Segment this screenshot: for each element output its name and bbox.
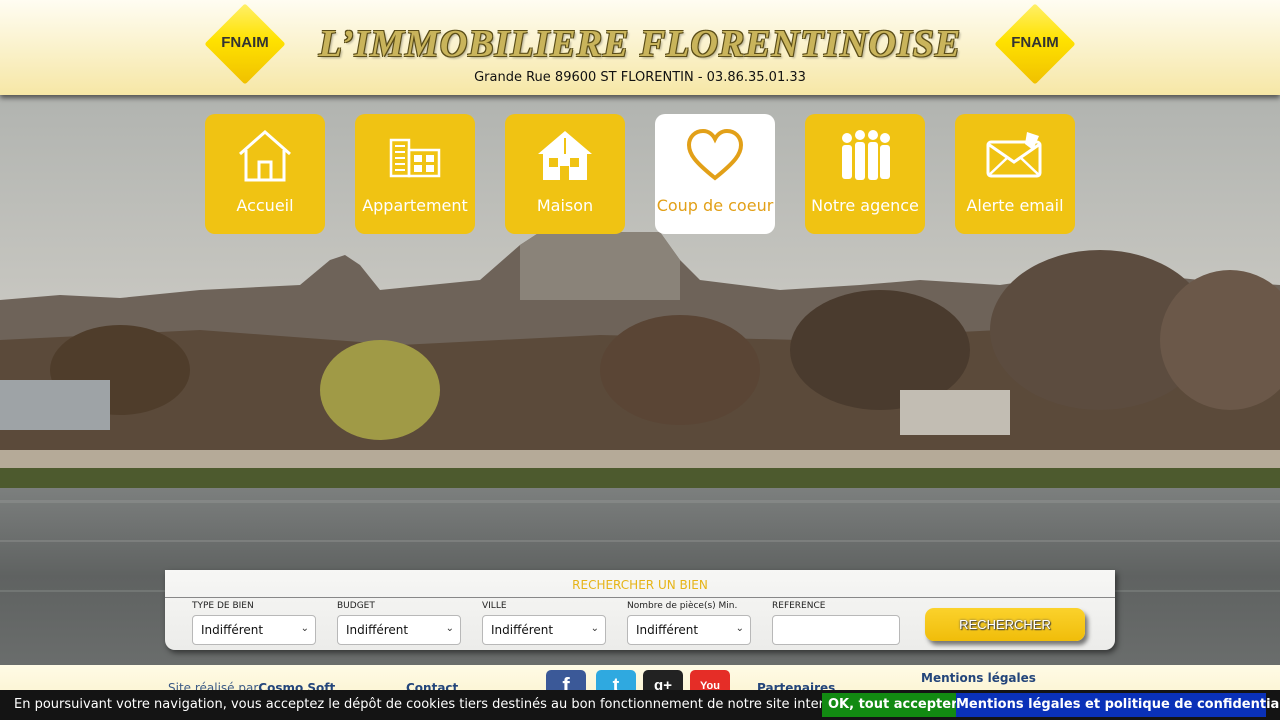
nav-accueil[interactable]: Accueil: [205, 114, 325, 234]
field-ville: VILLE Indifférent ⌄: [482, 601, 606, 645]
nav-appartement[interactable]: Appartement: [355, 114, 475, 234]
site-address: Grande Rue 89600 ST FLORENTIN - 03.86.35…: [474, 70, 806, 85]
field-type-de-bien: TYPE DE BIEN Indifférent ⌄: [192, 601, 316, 645]
apartment-building-icon: [389, 138, 441, 178]
field-label: REFERENCE: [772, 601, 826, 611]
nav-label: Notre agence: [811, 196, 919, 215]
house-icon: [239, 130, 291, 182]
select-value: Indifférent: [201, 623, 264, 637]
field-label: BUDGET: [337, 601, 375, 611]
nav-label: Accueil: [236, 196, 294, 215]
house-filled-icon: [538, 131, 592, 180]
reference-input[interactable]: [772, 615, 900, 645]
site-header: FNAIM L’IMMOBILIERE FLORENTINOISE Grande…: [0, 0, 1280, 95]
cookie-text: En poursuivant votre navigation, vous ac…: [14, 697, 850, 712]
cookie-accept-button[interactable]: OK, tout accepter.: [822, 693, 967, 717]
field-reference: REFERENCE: [772, 601, 900, 645]
cookie-banner: En poursuivant votre navigation, vous ac…: [0, 690, 1280, 720]
site-title[interactable]: L’IMMOBILIERE FLORENTINOISE: [300, 22, 980, 66]
search-title: RECHERCHER UN BIEN: [572, 578, 708, 592]
field-label: TYPE DE BIEN: [192, 601, 254, 611]
main-nav: Accueil Appartement Maison Coup de coeur…: [205, 114, 1075, 234]
footer-mentions-link[interactable]: Mentions légales: [921, 671, 1036, 685]
nav-label: Appartement: [362, 196, 468, 215]
search-button[interactable]: RECHERCHER: [925, 608, 1085, 641]
nombre-pieces-select[interactable]: Indifférent ⌄: [627, 615, 751, 645]
type-de-bien-select[interactable]: Indifférent ⌄: [192, 615, 316, 645]
background-photo: [0, 0, 1280, 665]
people-group-icon: [842, 130, 890, 180]
nav-label: Coup de coeur: [656, 196, 774, 215]
nav-notre-agence[interactable]: Notre agence: [805, 114, 925, 234]
fnaim-logo[interactable]: FNAIM: [198, 3, 292, 85]
heart-icon: [686, 128, 744, 181]
nav-maison[interactable]: Maison: [505, 114, 625, 234]
select-value: Indifférent: [636, 623, 699, 637]
select-value: Indifférent: [491, 623, 554, 637]
fnaim-logo-text: FNAIM: [221, 34, 269, 51]
field-budget: BUDGET Indifférent ⌄: [337, 601, 461, 645]
nav-coup-de-coeur[interactable]: Coup de coeur: [655, 114, 775, 234]
select-value: Indifférent: [346, 623, 409, 637]
chevron-down-icon: ⌄: [445, 623, 454, 634]
nav-label: Alerte email: [966, 196, 1064, 215]
ville-select[interactable]: Indifférent ⌄: [482, 615, 606, 645]
chevron-down-icon: ⌄: [735, 623, 744, 634]
nav-label: Maison: [536, 196, 594, 215]
property-search-panel: RECHERCHER UN BIEN TYPE DE BIEN Indiffér…: [165, 570, 1115, 650]
chevron-down-icon: ⌄: [590, 623, 599, 634]
field-label: VILLE: [482, 601, 507, 611]
fnaim-logo-text: FNAIM: [1011, 34, 1059, 51]
nav-alerte-email[interactable]: Alerte email: [955, 114, 1075, 234]
field-nombre-pieces: Nombre de pièce(s) Min. Indifférent ⌄: [627, 601, 751, 645]
cookie-legal-button[interactable]: Mentions légales et politique de confide…: [956, 693, 1280, 717]
budget-select[interactable]: Indifférent ⌄: [337, 615, 461, 645]
divider: [165, 597, 1115, 598]
fnaim-logo[interactable]: FNAIM: [988, 3, 1082, 85]
envelope-icon: [986, 132, 1042, 178]
chevron-down-icon: ⌄: [300, 623, 309, 634]
field-label: Nombre de pièce(s) Min.: [627, 601, 738, 611]
